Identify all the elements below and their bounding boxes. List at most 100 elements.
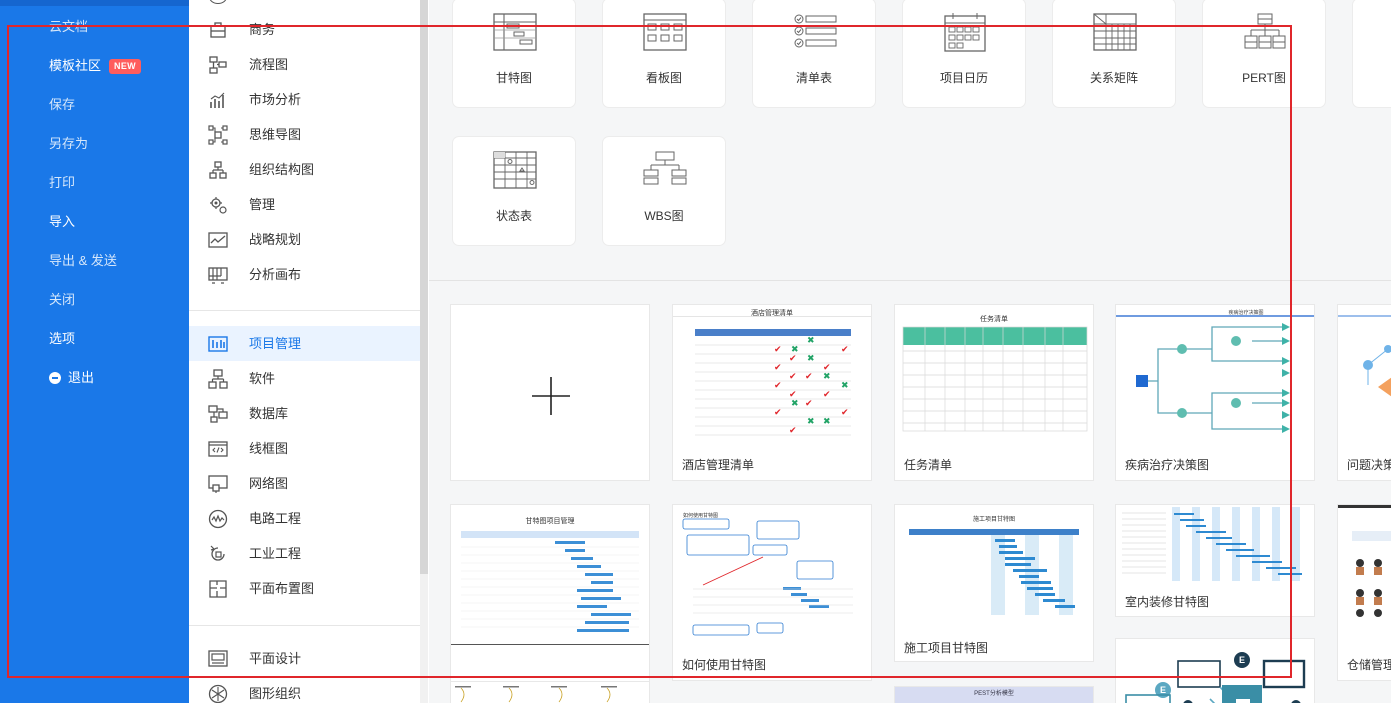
nav-template-community[interactable]: 模板社区 NEW (49, 56, 141, 76)
cat-label: 平面设计 (249, 651, 302, 666)
cat-label: 思维导图 (249, 127, 302, 142)
pert-icon (1244, 13, 1286, 49)
template-type-wbs[interactable]: WBS图 (603, 137, 725, 245)
nav-cloud-docs[interactable]: 云文档 (49, 17, 88, 37)
nav-top-strip (0, 0, 189, 6)
svg-text:✔: ✔ (841, 407, 849, 417)
gantt-icon (493, 13, 537, 51)
status-table-icon (493, 151, 537, 189)
example-card-task-list[interactable]: 任务清单 任务清单 (894, 304, 1094, 481)
cat-label: 平面布置图 (249, 581, 315, 596)
example-card-interior-gantt[interactable]: 室内装修甘特图 (1115, 504, 1315, 617)
template-type-status-table[interactable]: 状态表 (453, 137, 575, 245)
template-type-partial[interactable] (1353, 0, 1391, 107)
cat-item-management[interactable]: 管理 (189, 187, 420, 222)
template-type-label: 甘特图 (495, 71, 532, 85)
bottom-thumb-1 (455, 686, 617, 703)
nav-label: 退出 (68, 370, 95, 385)
example-card-title: 问题决策 (1347, 458, 1391, 472)
nav-options[interactable]: 选项 (49, 329, 75, 349)
example-card-hotel-checklist[interactable]: 酒店管理清单 ✔ ✔ ✔ ✔ ✔ ✔ ✔ ✔ ✔ ✔ ✔ ✔ ✔ ✔ ✖ ✖ ✖ ✖ ✖ ✖ ✖ ✖ 酒店管理清单 (672, 304, 872, 481)
example-card-title: 室内装修甘特图 (1125, 595, 1210, 609)
thumb-title: 甘特图项目管理 (526, 516, 575, 525)
cat-label: 组织结构图 (249, 162, 315, 177)
cat-item-software[interactable]: 软件 (189, 361, 420, 396)
cat-item-floorplan[interactable]: 平面布置图 (189, 571, 420, 606)
cat-item-strategy[interactable]: 战略规划 (189, 222, 420, 257)
cat-item-project-management[interactable]: 项目管理 (189, 326, 420, 361)
checklist-icon (794, 14, 837, 48)
svg-text:✔: ✔ (789, 353, 797, 363)
example-card-gantt-project[interactable]: 甘特图项目管理 (450, 504, 650, 684)
example-card-how-to-gantt[interactable]: 如何使用甘特图 如何使用甘特图 (672, 504, 872, 681)
nav-label: 打印 (49, 175, 76, 190)
svg-text:✖: ✖ (807, 353, 815, 363)
example-card-problem-decision[interactable]: 问题决策 (1337, 304, 1391, 481)
template-type-checklist[interactable]: 清单表 (753, 0, 875, 107)
svg-text:E: E (1160, 685, 1166, 695)
bar-chart-icon (210, 92, 225, 108)
cat-item-industrial[interactable]: 工业工程 (189, 536, 420, 571)
cat-item-flowchart[interactable]: 流程图 (189, 47, 420, 82)
cat-item-business[interactable]: 商务 (189, 12, 420, 47)
template-type-pert[interactable]: PERT图 (1203, 0, 1325, 107)
example-card-title: 任务清单 (904, 458, 953, 472)
example-card-warehouse[interactable]: 仓储管理 (1337, 504, 1391, 681)
cat-item-network[interactable]: 网络图 (189, 466, 420, 501)
example-card-pest[interactable]: PEST分析模型 (894, 686, 1094, 703)
nav-export-send[interactable]: 导出 & 发送 (49, 251, 117, 271)
wireframe-icon (208, 441, 228, 457)
left-nav: 云文档 模板社区 NEW 保存 另存为 打印 导入 导出 & 发送 关闭 选项 退… (0, 0, 189, 703)
matrix-icon (1093, 13, 1137, 51)
cat-label: 项目管理 (249, 336, 302, 351)
cat-item-graphic-organizer[interactable]: 图形组织 (189, 676, 420, 703)
gantt-project-thumbnail: 甘特图项目管理 (451, 505, 649, 645)
nav-print[interactable]: 打印 (49, 173, 75, 193)
cat-item-analysis-canvas[interactable]: 分析画布 (189, 257, 420, 292)
svg-text:✖: ✖ (823, 416, 831, 426)
briefcase-icon (210, 22, 226, 38)
example-card-diagram-e[interactable]: E E (1115, 638, 1315, 703)
cat-label: 战略规划 (249, 232, 302, 247)
template-type-label: WBS图 (644, 209, 684, 223)
nav-save-as[interactable]: 另存为 (49, 134, 88, 154)
cat-item-circuit[interactable]: 电路工程 (189, 501, 420, 536)
example-card-bottom-1[interactable] (450, 681, 650, 703)
template-type-calendar[interactable]: 项目日历 (903, 0, 1025, 107)
svg-text:✖: ✖ (791, 344, 799, 354)
template-type-label: 关系矩阵 (1089, 71, 1138, 85)
template-type-label: 看板图 (645, 71, 682, 85)
thumb-title: 酒店管理清单 (751, 308, 793, 317)
example-card-construction-gantt[interactable]: 施工项目甘特图 施工项目甘特图 (894, 504, 1094, 662)
hotel-checklist-thumbnail: 酒店管理清单 ✔✔✔✔✔ ✔✔✔ ✔✔✔ ✔✔✔ ✖✖✖✖✖✖✖ ✖ (673, 305, 871, 445)
exit-icon (49, 372, 61, 384)
nav-exit[interactable]: 退出 (49, 368, 94, 388)
template-type-gantt[interactable]: 甘特图 (453, 0, 575, 107)
cat-item-database[interactable]: 数据库 (189, 396, 420, 431)
category-scroll-track[interactable] (420, 574, 428, 703)
cat-item-org-chart[interactable]: 组织结构图 (189, 152, 420, 187)
cat-label: 市场分析 (249, 92, 302, 107)
cat-item-mindmap[interactable]: 思维导图 (189, 117, 420, 152)
thumb-title: 疾病治疗决策图 (1228, 309, 1263, 316)
kanban-icon (643, 13, 687, 51)
how-to-gantt-thumbnail: 如何使用甘特图 (673, 505, 871, 645)
new-blank-card[interactable] (450, 304, 650, 481)
cat-label: 电路工程 (249, 511, 302, 526)
nav-close[interactable]: 关闭 (49, 290, 75, 310)
example-card-disease-decision[interactable]: 疾病治疗决策图 疾病治疗决策图 (1115, 304, 1315, 481)
nav-import[interactable]: 导入 (49, 212, 75, 232)
cat-item-market-analysis[interactable]: 市场分析 (189, 82, 420, 117)
category-scrollbar[interactable] (420, 0, 428, 574)
nav-label: 导入 (49, 214, 76, 229)
new-badge: NEW (109, 58, 141, 74)
svg-text:✔: ✔ (774, 362, 782, 372)
cat-item-graphic-design[interactable]: 平面设计 (189, 641, 420, 676)
cat-item-wireframe[interactable]: 线框图 (189, 431, 420, 466)
nav-save[interactable]: 保存 (49, 95, 75, 115)
database-icon (208, 405, 228, 423)
template-type-matrix[interactable]: 关系矩阵 (1053, 0, 1175, 107)
svg-text:✔: ✔ (823, 389, 831, 399)
template-type-kanban[interactable]: 看板图 (603, 0, 725, 107)
example-card-title: 仓储管理 (1347, 658, 1391, 672)
